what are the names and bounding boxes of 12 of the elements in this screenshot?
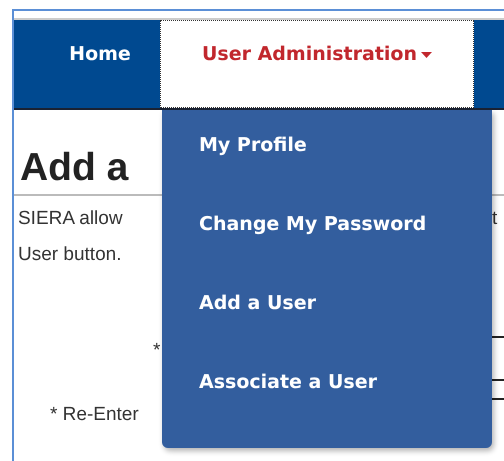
nav-tab[interactable]: User Administration [160,20,474,108]
intro-text: SIERA allow [18,208,123,230]
page-heading: Add a [19,145,130,190]
intro-text: t [492,208,498,230]
intro-text: User button. [18,244,122,266]
menu-item[interactable]: My Profile [162,132,492,211]
menu-item[interactable]: Add a User [162,290,492,369]
menu-item[interactable]: Change My Password [162,211,492,290]
nav-tab[interactable]: Home [14,20,160,108]
field-label: * [153,340,160,362]
field-label: * Re-Enter [50,404,139,426]
menu-item[interactable]: Associate a User [162,369,492,448]
